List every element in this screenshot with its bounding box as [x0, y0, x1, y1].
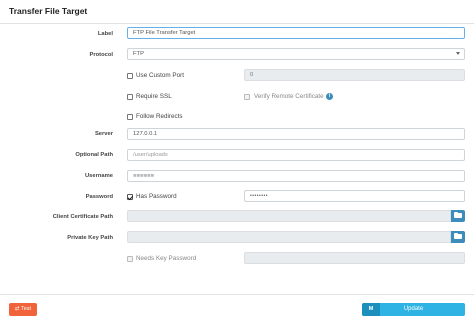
optional-path-field-label: Optional Path	[75, 152, 113, 158]
folder-icon	[454, 211, 462, 218]
update-button-label: Update	[403, 306, 424, 312]
use-custom-port-checkbox[interactable]	[127, 73, 133, 79]
server-field-label: Server	[94, 131, 113, 137]
page-title: Transfer File Target	[9, 6, 88, 16]
update-button[interactable]: M Update	[362, 303, 465, 316]
exchange-icon: ⇄	[14, 306, 20, 312]
client-certificate-path-input[interactable]	[127, 210, 451, 222]
protocol-select[interactable]: FTP	[127, 48, 465, 60]
use-custom-port-label: Use Custom Port	[136, 72, 184, 79]
has-password-label: Has Password	[136, 193, 177, 200]
title-divider	[0, 23, 474, 24]
browse-private-key-button[interactable]	[451, 231, 465, 243]
label-input[interactable]: FTP File Transfer Target	[127, 27, 465, 39]
protocol-field-label: Protocol	[89, 52, 113, 58]
username-input[interactable]: ■■■■■■	[127, 170, 465, 182]
has-password-checkbox[interactable]	[127, 194, 133, 200]
key-password-input[interactable]	[244, 252, 465, 264]
follow-redirects-checkbox[interactable]	[127, 114, 133, 120]
test-button-label: Test	[20, 306, 32, 312]
username-field-label: Username	[84, 173, 113, 179]
password-input[interactable]: ••••••••	[244, 190, 465, 202]
verify-remote-certificate-label: Verify Remote Certificate	[254, 93, 324, 100]
test-button[interactable]: ⇄ Test	[9, 303, 37, 316]
save-icon: M	[362, 303, 380, 316]
chevron-down-icon	[456, 52, 460, 55]
private-key-path-input[interactable]	[127, 231, 451, 243]
client-certificate-path-field-label: Client Certificate Path	[52, 214, 113, 220]
footer-divider	[0, 294, 474, 295]
browse-client-certificate-button[interactable]	[451, 210, 465, 222]
optional-path-input[interactable]: /user/uploads	[127, 149, 465, 161]
follow-redirects-label: Follow Redirects	[136, 113, 183, 120]
password-field-label: Password	[85, 194, 113, 200]
require-ssl-checkbox[interactable]	[127, 94, 133, 100]
private-key-path-field-label: Private Key Path	[67, 235, 113, 241]
info-icon[interactable]: i	[326, 93, 333, 100]
label-field-label: Label	[97, 31, 113, 37]
verify-remote-certificate-checkbox[interactable]	[244, 94, 250, 100]
server-input[interactable]: 127.0.0.1	[127, 128, 465, 140]
needs-key-password-label: Needs Key Password	[136, 255, 197, 262]
custom-port-input[interactable]: 0	[244, 69, 465, 81]
protocol-select-value: FTP	[133, 51, 144, 57]
needs-key-password-checkbox[interactable]	[127, 256, 133, 262]
folder-icon	[454, 232, 462, 239]
require-ssl-label: Require SSL	[136, 93, 172, 100]
